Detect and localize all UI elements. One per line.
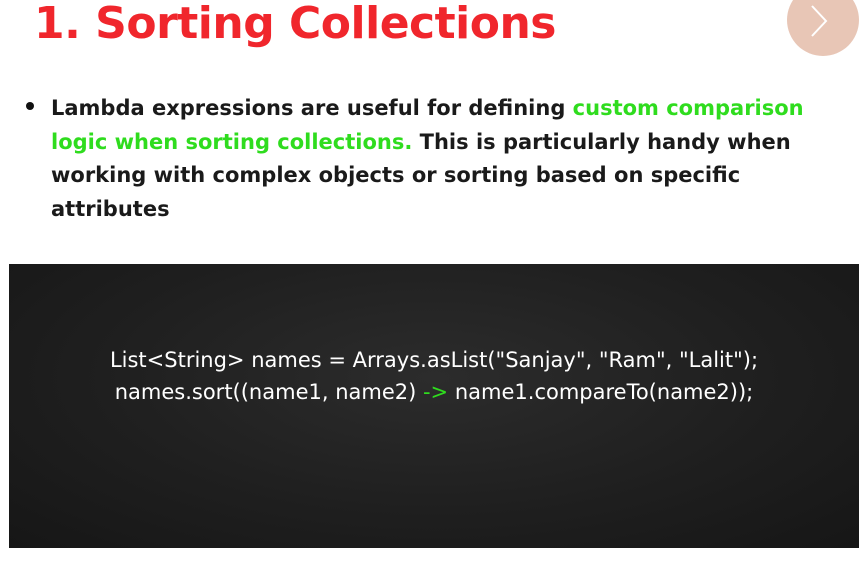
bullet-text-intro: Lambda expressions are useful for defini… — [51, 96, 573, 120]
code-line-1: List<String> names = Arrays.asList("Sanj… — [109, 348, 759, 372]
bullet-text: Lambda expressions are useful for defini… — [51, 92, 826, 226]
code-line-2-start: names.sort((name1, name2) — [114, 380, 423, 404]
bullet-point — [26, 102, 34, 110]
bullet-item: Lambda expressions are useful for defini… — [26, 92, 826, 226]
next-slide-button[interactable] — [787, 0, 859, 56]
slide-title: 1. Sorting Collections — [34, 0, 556, 49]
code-panel: List<String> names = Arrays.asList("Sanj… — [9, 264, 859, 548]
lambda-arrow: -> — [422, 380, 449, 404]
code-line-2: names.sort((name1, name2) -> name1.compa… — [9, 378, 859, 406]
chevron-right-icon — [811, 5, 828, 37]
code-line-2-end: name1.compareTo(name2)); — [448, 380, 754, 404]
